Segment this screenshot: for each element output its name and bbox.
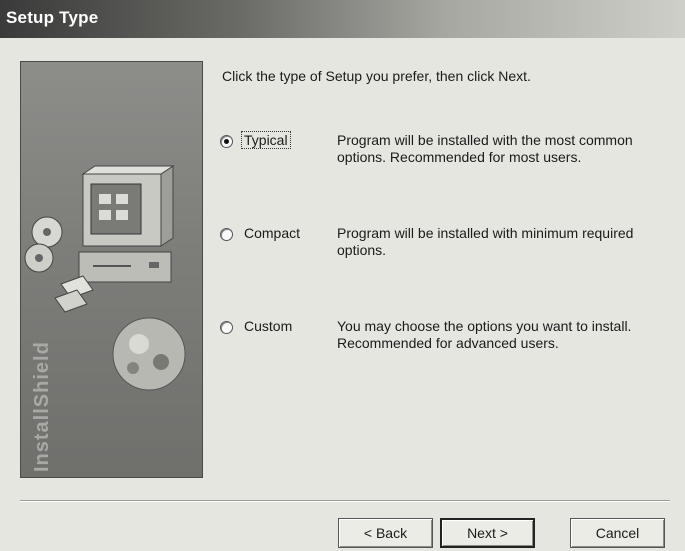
window-title: Setup Type [6,8,99,27]
compact-radio[interactable] [220,228,233,241]
custom-radio[interactable] [220,321,233,334]
next-button[interactable]: Next > [440,518,535,548]
typical-description: Program will be installed with the most … [337,132,633,165]
custom-description: You may choose the options you want to i… [337,318,632,351]
option-compact[interactable]: Compact Program will be installed with m… [218,225,668,275]
title-bar[interactable]: Setup Type [0,0,685,38]
compact-description: Program will be installed with minimum r… [337,225,634,258]
cancel-button[interactable]: Cancel [570,518,665,548]
button-divider [20,500,670,502]
option-typical[interactable]: Typical Program will be installed with t… [218,131,668,182]
compact-label[interactable]: Compact [242,225,302,241]
typical-label[interactable]: Typical [241,131,291,149]
back-button[interactable]: < Back [338,518,433,548]
custom-label[interactable]: Custom [242,318,294,334]
option-custom[interactable]: Custom You may choose the options you wa… [218,318,668,368]
installshield-brand: InstallShield [31,341,53,472]
instruction-text: Click the type of Setup you prefer, then… [222,68,531,84]
side-banner: InstallShield [20,61,203,478]
setup-dialog: Setup Type InstallShield Click the type … [0,0,685,551]
typical-radio[interactable] [220,135,233,148]
